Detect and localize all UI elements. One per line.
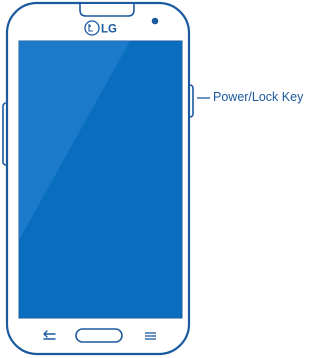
power-lock-key-label: Power/Lock Key <box>213 90 304 104</box>
phone-diagram: LG <box>2 1 210 356</box>
lg-logo-text: LG <box>101 24 117 36</box>
top-speaker-notch <box>79 4 135 17</box>
lg-logo: LG <box>84 20 117 36</box>
home-pill-icon[interactable] <box>75 328 123 343</box>
front-camera <box>151 17 159 25</box>
lg-logo-mark <box>84 20 100 36</box>
